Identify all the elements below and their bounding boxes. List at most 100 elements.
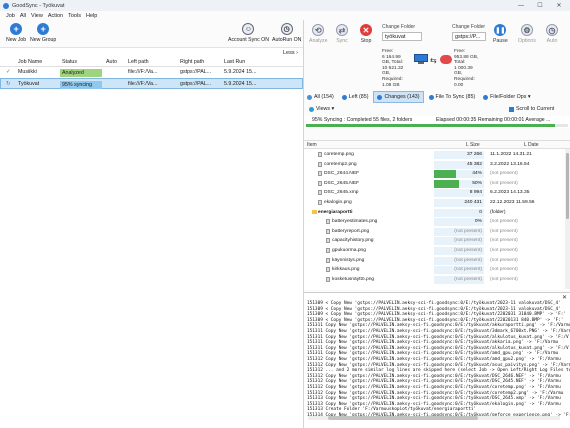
col-job-name[interactable]: Job Name bbox=[18, 59, 42, 65]
file-date: 6.2.2023 14.13.35 bbox=[490, 190, 530, 196]
file-name: käynnistys.png bbox=[332, 257, 365, 263]
less-toggle[interactable]: Less › bbox=[283, 50, 298, 56]
file-date: 11.1.2022 14.31.21 bbox=[490, 152, 532, 157]
file-row[interactable]: kirkkaus.png (not present) (not present) bbox=[304, 266, 570, 275]
progress-bar bbox=[306, 124, 568, 127]
file-row[interactable]: batteryestimates.png 0% (not present) bbox=[304, 218, 570, 227]
file-icon bbox=[326, 238, 330, 244]
right-change-folder-label[interactable]: Change Folder bbox=[452, 24, 485, 30]
maximize-button[interactable]: ☐ bbox=[531, 0, 549, 11]
file-row[interactable]: capacityhistory.png (not present) (not pre… bbox=[304, 237, 570, 246]
file-date: (not present) bbox=[490, 238, 518, 244]
file-row[interactable]: coretemp2.png 45 382 3.2.2022 13.16.54 bbox=[304, 160, 570, 169]
file-row[interactable]: DSC_2644.NEF 44% (not present) bbox=[304, 170, 570, 179]
stop-button[interactable]: ✕ Stop bbox=[360, 24, 372, 44]
views-dropdown[interactable]: Views ▾ bbox=[306, 104, 337, 114]
job-row-tyokuvat[interactable]: ↻ Työkuvat 95% syncing file:///F:/Va... … bbox=[0, 78, 303, 89]
tab-file-to-sync[interactable]: File To Sync (85) bbox=[426, 92, 479, 102]
file-row[interactable]: gpukuorma.png (not present) (not present) bbox=[304, 247, 570, 255]
auto-label: Auto bbox=[546, 38, 558, 44]
new-job-label: New Job bbox=[6, 37, 27, 43]
sync-button[interactable]: ⇄ Sync bbox=[336, 24, 348, 44]
right-free-space: Free: 953.88 GB, Total: 1 000.39 GB, Req… bbox=[454, 49, 479, 88]
file-list-scrollbar[interactable] bbox=[565, 149, 570, 289]
menu-job[interactable]: Job bbox=[6, 13, 15, 19]
file-icon bbox=[326, 219, 330, 225]
col-left-path[interactable]: Left path bbox=[128, 59, 149, 65]
file-date: (not present) bbox=[490, 257, 518, 263]
log-line: 151312 Copy New 'gstps://PALVELIN.aeksy-… bbox=[307, 362, 570, 368]
left-free-space: Free: 6 164.99 GB, Total: 10 621.32 GB, … bbox=[382, 49, 404, 88]
options-button[interactable]: ⚙ Options bbox=[518, 24, 536, 44]
progress-bar-fill bbox=[306, 124, 555, 127]
menu-tools[interactable]: Tools bbox=[68, 13, 81, 19]
account-sync-button[interactable]: ☺ Account Sync ON bbox=[228, 23, 269, 43]
col-lsize[interactable]: L Size bbox=[466, 142, 480, 148]
scroll-thumb[interactable] bbox=[566, 153, 569, 219]
col-auto[interactable]: Auto bbox=[106, 59, 117, 65]
left-folder-field[interactable]: työkuvat bbox=[382, 32, 422, 41]
col-status[interactable]: Status bbox=[62, 59, 77, 65]
swap-direction-icon[interactable]: ⇆ bbox=[430, 56, 437, 65]
views-label: Views bbox=[316, 106, 331, 112]
file-row[interactable]: ekalogin.png 240 431 22.12.2023 11.59.56 bbox=[304, 199, 570, 207]
checkbox-icon bbox=[509, 106, 514, 112]
close-log-icon[interactable]: ✕ bbox=[562, 294, 567, 301]
file-row[interactable]: käynnistys.png (not present) (not present) bbox=[304, 256, 570, 265]
log-line: 151312 Copy New 'gstps://PALVELIN.aeksy-… bbox=[307, 385, 561, 390]
folder-row[interactable]: energiaraportti 0 (folder) bbox=[304, 208, 570, 217]
autorun-button[interactable]: ◷ AutoRun ON bbox=[272, 23, 301, 43]
file-date: (not present) bbox=[490, 248, 518, 253]
scroll-thumb[interactable] bbox=[328, 416, 478, 420]
col-ldate[interactable]: L Date bbox=[524, 142, 539, 148]
new-group-label: New Group bbox=[30, 37, 57, 43]
size-cell: (not present) bbox=[434, 227, 484, 236]
col-last-run[interactable]: Last Run bbox=[224, 59, 245, 65]
jobs-toolbar: + New Job + New Group ☺ Account Sync ON … bbox=[0, 20, 303, 48]
file-date: (not present) bbox=[490, 219, 518, 225]
file-size: (not present) bbox=[454, 276, 482, 282]
sync-arrows-icon: ⇄ bbox=[336, 24, 348, 36]
pause-button[interactable]: ❚❚ Pause bbox=[493, 24, 508, 44]
file-name: kosketusnäyttö.png bbox=[332, 276, 375, 282]
scroll-to-current-checkbox[interactable]: Scroll to Current bbox=[506, 104, 557, 114]
right-folder-field[interactable]: gstps://P... bbox=[452, 32, 486, 41]
stop-label: Stop bbox=[360, 38, 372, 44]
file-name: DSC_2645.NEF bbox=[324, 180, 360, 186]
file-row[interactable]: DSC_2645.NEF 50% (not present) bbox=[304, 179, 570, 188]
tab-changes[interactable]: Changes (143) bbox=[373, 91, 424, 103]
size-cell: 45 382 bbox=[434, 160, 484, 169]
col-item[interactable]: Item bbox=[307, 142, 317, 148]
col-right-path[interactable]: Right path bbox=[180, 59, 204, 65]
file-size: (not present) bbox=[454, 267, 482, 273]
file-row[interactable]: DSC_2645.xmp 8 994 6.2.2023 14.13.35 bbox=[304, 189, 570, 198]
file-size: 240 431 bbox=[464, 200, 482, 205]
tab-file-folder-ops[interactable]: File/Folder Ops ▾ bbox=[480, 92, 533, 102]
new-group-button[interactable]: + New Group bbox=[30, 23, 56, 43]
menu-view[interactable]: View bbox=[31, 13, 43, 19]
analyze-button[interactable]: ⟲ Analyze bbox=[309, 24, 327, 44]
menu-help[interactable]: Help bbox=[86, 13, 97, 19]
menu-action[interactable]: Action bbox=[48, 13, 63, 19]
left-change-folder-label[interactable]: Change Folder bbox=[382, 24, 415, 30]
size-cell: 0% bbox=[434, 218, 484, 227]
auto-button[interactable]: ◷ Auto bbox=[546, 24, 558, 44]
tab-all[interactable]: All (154) bbox=[304, 92, 337, 102]
size-cell: 240 431 bbox=[434, 199, 484, 207]
file-row[interactable]: batteryreport.png (not present) (not prese… bbox=[304, 227, 570, 236]
log-horizontal-scrollbar[interactable] bbox=[308, 416, 560, 420]
right-path: gstps://PAL... bbox=[180, 81, 212, 87]
plus-icon: + bbox=[10, 23, 23, 35]
file-row[interactable]: coretemp.png 37 266 11.1.2022 14.31.21 bbox=[304, 151, 570, 159]
menu-all[interactable]: All bbox=[20, 13, 26, 19]
file-size: 8 994 bbox=[469, 190, 482, 196]
job-row-musiikki[interactable]: ✓ Musiikki Analyzed file:///F:/Va... gst… bbox=[0, 67, 303, 78]
close-window-button[interactable]: ✕ bbox=[550, 0, 568, 11]
right-path: gstps://PAL... bbox=[180, 69, 212, 75]
file-row[interactable]: kosketusnäyttö.png (not present) (not pres… bbox=[304, 275, 570, 284]
new-job-button[interactable]: + New Job bbox=[6, 23, 26, 43]
log-line: 151309 < Copy New 'gstps://PALVELIN.aeks… bbox=[307, 301, 561, 306]
minimize-button[interactable]: — bbox=[512, 0, 530, 11]
tab-left[interactable]: Left (85) bbox=[339, 92, 372, 102]
tab-file-folder-ops-label: File/Folder Ops bbox=[490, 94, 527, 100]
